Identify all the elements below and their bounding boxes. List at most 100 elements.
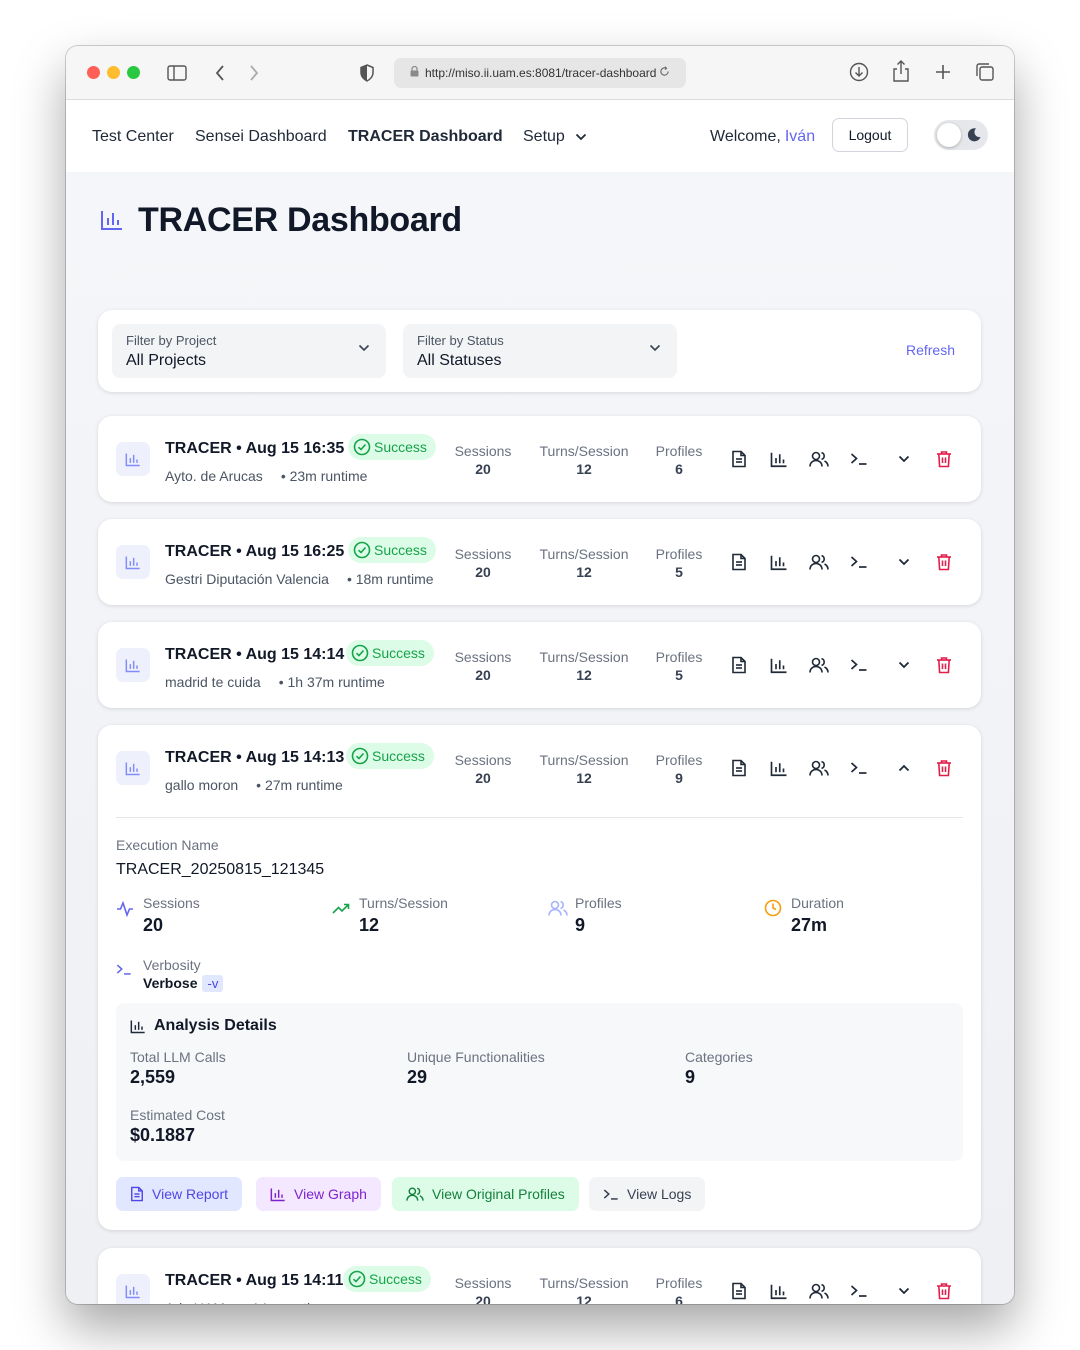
sessions-label: Sessions	[454, 443, 512, 459]
duration-detail-value: 27m	[791, 915, 828, 935]
expand-toggle-icon[interactable]	[893, 551, 915, 573]
sidebar-toggle-icon[interactable]	[166, 62, 188, 84]
project-name: madrid te cuida	[165, 674, 261, 690]
status-text: Success	[372, 748, 425, 764]
sessions-value: 20	[475, 770, 491, 786]
bar-chart-icon	[130, 1020, 145, 1033]
view-report-button[interactable]: View Report	[116, 1177, 243, 1211]
view-report-icon[interactable]	[728, 654, 750, 676]
nav-setup-dropdown[interactable]: Setup	[523, 128, 587, 146]
browser-window: http://miso.ii.uam.es:8081/tracer-dashbo…	[66, 46, 1014, 1304]
check-circle-icon	[351, 747, 369, 765]
project-name: gallo moron	[165, 777, 239, 793]
view-report-icon[interactable]	[728, 757, 750, 779]
sessions-label: Sessions	[454, 1275, 512, 1291]
delete-icon[interactable]	[933, 1280, 955, 1302]
view-graph-button[interactable]: View Graph	[256, 1177, 381, 1211]
view-graph-icon[interactable]	[768, 448, 790, 470]
view-logs-button[interactable]: View Logs	[589, 1177, 706, 1211]
profiles-label: Profiles	[655, 752, 703, 768]
nav-test-center[interactable]: Test Center	[92, 128, 174, 146]
close-window-button[interactable]	[87, 66, 100, 79]
run-card: TRACER • Aug 15 14:11 Success Ada UAM • 1…	[98, 1248, 981, 1304]
run-subtitle: gallo moron • 27m runtime	[165, 777, 343, 793]
address-bar[interactable]: http://miso.ii.uam.es:8081/tracer-dashbo…	[394, 58, 686, 88]
terminal-icon[interactable]	[848, 448, 870, 470]
runtime: • 27m runtime	[256, 777, 343, 793]
status-filter-value: All Statuses	[417, 352, 502, 369]
sessions-stat: Sessions 20	[453, 649, 513, 683]
estimated-cost-label: Estimated Cost	[130, 1107, 225, 1123]
profiles-value: 5	[675, 564, 683, 580]
delete-icon[interactable]	[933, 551, 955, 573]
activity-icon	[116, 900, 134, 922]
check-circle-icon	[353, 541, 371, 559]
back-icon[interactable]	[210, 62, 230, 84]
status-filter-select[interactable]: Filter by Status All Statuses	[403, 324, 677, 378]
view-graph-icon[interactable]	[768, 654, 790, 676]
view-report-icon[interactable]	[728, 448, 750, 470]
reload-icon[interactable]	[659, 66, 670, 80]
view-profiles-icon[interactable]	[808, 654, 830, 676]
bar-chart-icon	[101, 211, 122, 230]
user-name[interactable]: Iván	[785, 128, 815, 145]
terminal-icon[interactable]	[848, 654, 870, 676]
check-circle-icon	[351, 644, 369, 662]
users-icon	[406, 1187, 424, 1201]
welcome-message: Welcome, Iván	[710, 128, 815, 146]
terminal-icon[interactable]	[848, 551, 870, 573]
refresh-button[interactable]: Refresh	[906, 342, 955, 358]
view-report-icon[interactable]	[728, 551, 750, 573]
nav-sensei-dashboard[interactable]: Sensei Dashboard	[195, 128, 327, 146]
view-graph-icon[interactable]	[768, 1280, 790, 1302]
terminal-icon	[603, 1188, 618, 1200]
turns-stat: Turns/Session 12	[538, 546, 630, 580]
zoom-window-button[interactable]	[127, 66, 140, 79]
turns-label: Turns/Session	[539, 649, 629, 665]
status-text: Success	[374, 439, 427, 455]
status-badge: Success	[343, 1266, 431, 1292]
expand-toggle-icon[interactable]	[893, 1280, 915, 1302]
run-card: TRACER • Aug 15 16:35 Success Ayto. de A…	[98, 416, 981, 502]
view-profiles-icon[interactable]	[808, 448, 830, 470]
status-badge: Success	[346, 640, 434, 666]
share-icon[interactable]	[890, 59, 912, 83]
categories-value: 9	[685, 1067, 696, 1087]
delete-icon[interactable]	[933, 448, 955, 470]
delete-icon[interactable]	[933, 654, 955, 676]
nav-tracer-dashboard[interactable]: TRACER Dashboard	[348, 128, 503, 146]
status-text: Success	[374, 542, 427, 558]
sessions-label: Sessions	[454, 546, 512, 562]
logout-button[interactable]: Logout	[832, 118, 908, 152]
expand-toggle-icon[interactable]	[893, 448, 915, 470]
turns-stat: Turns/Session 12	[538, 752, 630, 786]
view-report-icon[interactable]	[728, 1280, 750, 1302]
tab-overview-icon[interactable]	[974, 61, 996, 83]
view-profiles-icon[interactable]	[808, 551, 830, 573]
sessions-stat: Sessions 20	[453, 1275, 513, 1304]
sessions-stat: Sessions 20	[453, 752, 513, 786]
forward-icon[interactable]	[244, 62, 264, 84]
profiles-stat: Profiles 6	[654, 443, 704, 477]
view-original-profiles-button[interactable]: View Original Profiles	[392, 1177, 579, 1211]
view-graph-icon[interactable]	[768, 551, 790, 573]
delete-icon[interactable]	[933, 757, 955, 779]
dark-mode-toggle[interactable]	[934, 120, 988, 150]
analysis-details-panel: Analysis Details Total LLM Calls 2,559 U…	[116, 1003, 963, 1161]
view-graph-label: View Graph	[294, 1186, 367, 1202]
view-profiles-icon[interactable]	[808, 1280, 830, 1302]
downloads-icon[interactable]	[848, 61, 870, 83]
terminal-icon[interactable]	[848, 757, 870, 779]
minimize-window-button[interactable]	[107, 66, 120, 79]
privacy-shield-icon[interactable]	[356, 61, 378, 85]
expand-toggle-icon[interactable]	[893, 654, 915, 676]
collapse-toggle-icon[interactable]	[893, 757, 915, 779]
terminal-icon[interactable]	[848, 1280, 870, 1302]
view-profiles-icon[interactable]	[808, 757, 830, 779]
run-subtitle: Gestri Diputación Valencia • 18m runtime	[165, 571, 434, 587]
new-tab-icon[interactable]	[932, 61, 954, 83]
project-filter-select[interactable]: Filter by Project All Projects	[112, 324, 386, 378]
view-graph-icon[interactable]	[768, 757, 790, 779]
browser-toolbar: http://miso.ii.uam.es:8081/tracer-dashbo…	[66, 46, 1014, 100]
profiles-label: Profiles	[655, 546, 703, 562]
